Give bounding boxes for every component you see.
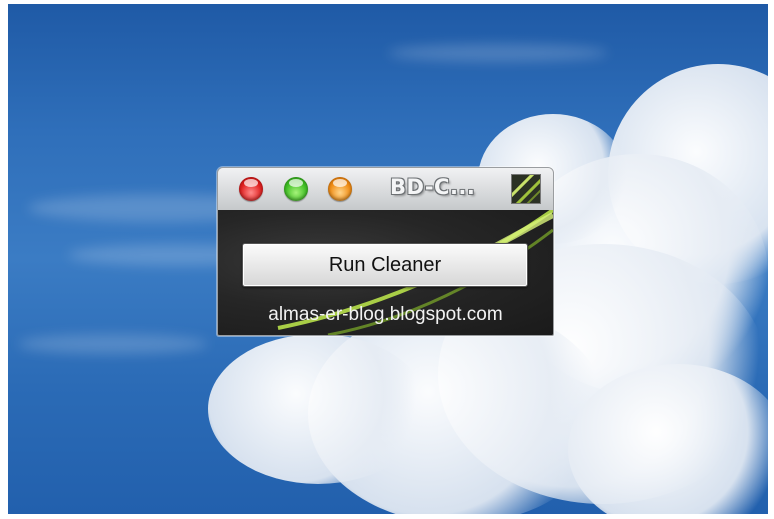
sky-streak (18, 334, 208, 354)
maximize-button-icon[interactable] (284, 177, 308, 201)
window-title: BD-C... (390, 175, 476, 199)
window-body: Run Cleaner almas-er-blog.blogspot.com (218, 210, 553, 335)
bd-cleaner-window: BD-C... Run Cleaner almas-er-blog.blogsp… (217, 167, 554, 336)
blog-link[interactable]: almas-er-blog.blogspot.com (218, 304, 553, 326)
cloud (208, 334, 428, 484)
app-icon-graphic (512, 175, 540, 203)
minimize-button-icon[interactable] (328, 177, 352, 201)
sky-streak (388, 44, 608, 62)
title-bar[interactable]: BD-C... (218, 168, 553, 210)
app-icon (511, 174, 541, 204)
run-cleaner-button[interactable]: Run Cleaner (242, 243, 528, 287)
close-button-icon[interactable] (239, 177, 263, 201)
